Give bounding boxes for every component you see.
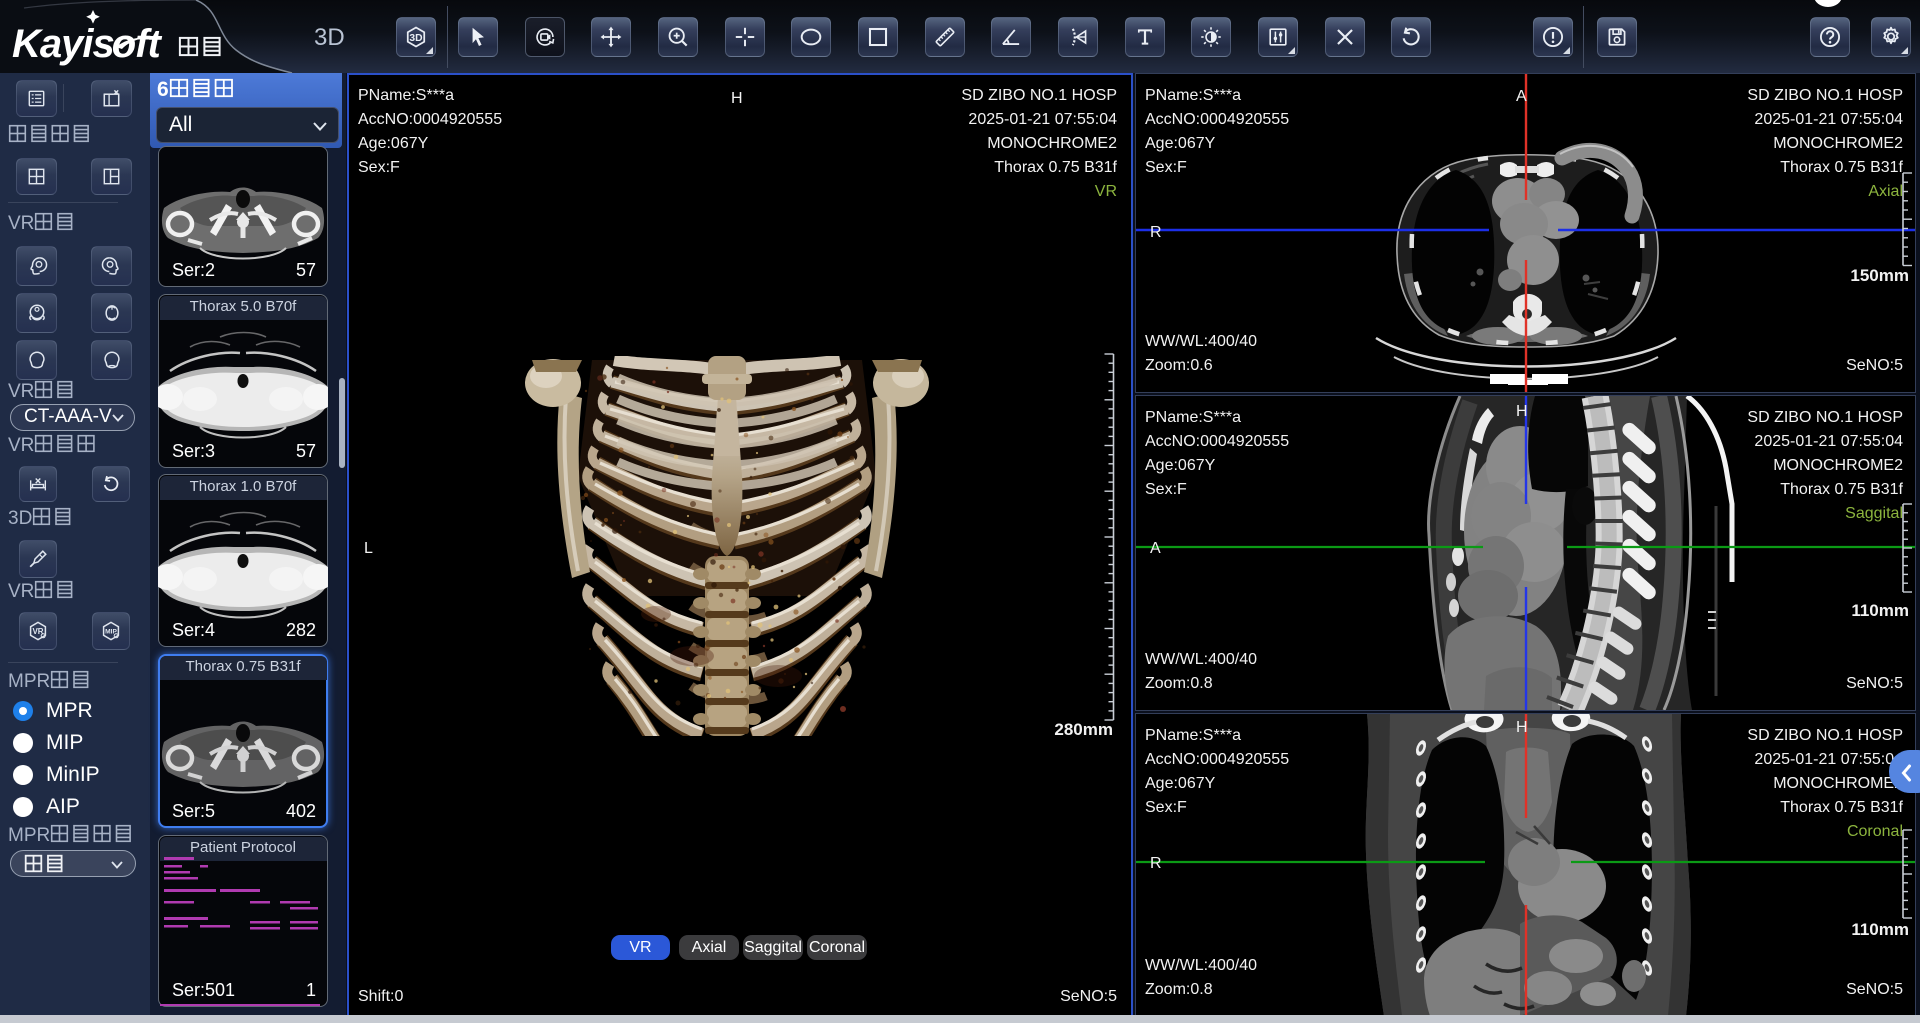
svg-text:3D: 3D [409, 33, 422, 44]
svg-text:MIP: MIP [105, 629, 117, 636]
svg-text:Kayisoft: Kayisoft [12, 22, 163, 66]
